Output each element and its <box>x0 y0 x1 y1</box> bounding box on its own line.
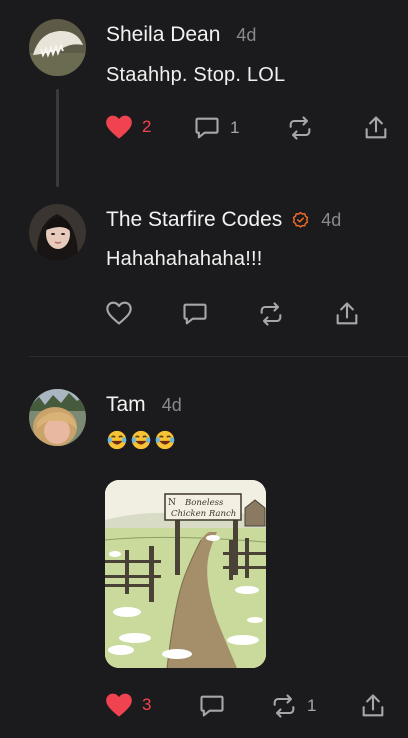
share-icon <box>365 116 387 139</box>
share-button[interactable] <box>362 114 390 142</box>
repost-count: 1 <box>307 696 317 715</box>
reply-button[interactable] <box>198 692 226 720</box>
author-name[interactable]: The Starfire Codes <box>106 208 282 232</box>
author-name[interactable]: Tam <box>106 393 146 417</box>
post-text: Hahahahahaha!!! <box>106 248 263 270</box>
author-row: The Starfire Codes 4d <box>106 208 341 232</box>
repost-icon <box>273 694 295 718</box>
post-image[interactable]: Boneless Chicken Ranch N <box>105 480 266 668</box>
action-bar: 2 1 <box>0 114 408 144</box>
ranch-sign-line-2: Chicken Ranch <box>171 509 236 519</box>
post-emoji-text <box>106 429 176 451</box>
like-count: 2 <box>142 117 152 136</box>
avatar[interactable] <box>29 204 86 261</box>
speech-bubble-icon <box>200 695 224 717</box>
avatar[interactable] <box>29 19 86 76</box>
action-bar: 3 1 <box>0 692 408 722</box>
post-time: 4d <box>236 24 257 45</box>
heart-filled-icon <box>106 115 132 139</box>
post-time: 4d <box>321 209 342 230</box>
repost-button[interactable] <box>286 114 314 142</box>
post-time: 4d <box>161 394 182 415</box>
action-bar <box>0 300 408 330</box>
svg-text:N: N <box>168 498 176 508</box>
share-icon <box>362 694 384 717</box>
avatar[interactable] <box>29 389 86 446</box>
author-name[interactable]: Sheila Dean <box>106 23 220 47</box>
repost-icon <box>289 116 311 140</box>
reply-button[interactable]: 1 <box>193 114 239 142</box>
author-row: Tam 4d <box>106 393 182 417</box>
laughing-tears-emoji-icon <box>131 430 151 450</box>
repost-icon <box>260 302 282 326</box>
like-count: 3 <box>142 695 152 714</box>
share-button[interactable] <box>359 692 387 720</box>
reply-count: 1 <box>230 118 240 137</box>
speech-bubble-icon <box>183 303 207 325</box>
divider <box>29 356 408 357</box>
repost-button[interactable] <box>257 300 285 328</box>
post-text: Staahhp. Stop. LOL <box>106 64 286 86</box>
like-button[interactable]: 2 <box>105 114 151 140</box>
check-badge-icon <box>293 211 309 228</box>
laughing-tears-emoji-icon <box>155 430 175 450</box>
ranch-sign-line-1: Boneless <box>184 498 224 508</box>
laughing-tears-emoji-icon <box>107 430 127 450</box>
reply-button[interactable] <box>181 300 209 328</box>
share-button[interactable] <box>333 300 361 328</box>
like-button[interactable]: 3 <box>105 692 151 718</box>
repost-button[interactable]: 1 <box>270 692 316 720</box>
share-icon <box>336 302 358 325</box>
author-row: Sheila Dean 4d <box>106 23 256 47</box>
like-button[interactable] <box>105 300 133 326</box>
heart-outline-icon <box>106 301 132 325</box>
heart-filled-icon <box>106 693 132 717</box>
speech-bubble-icon <box>195 117 219 139</box>
